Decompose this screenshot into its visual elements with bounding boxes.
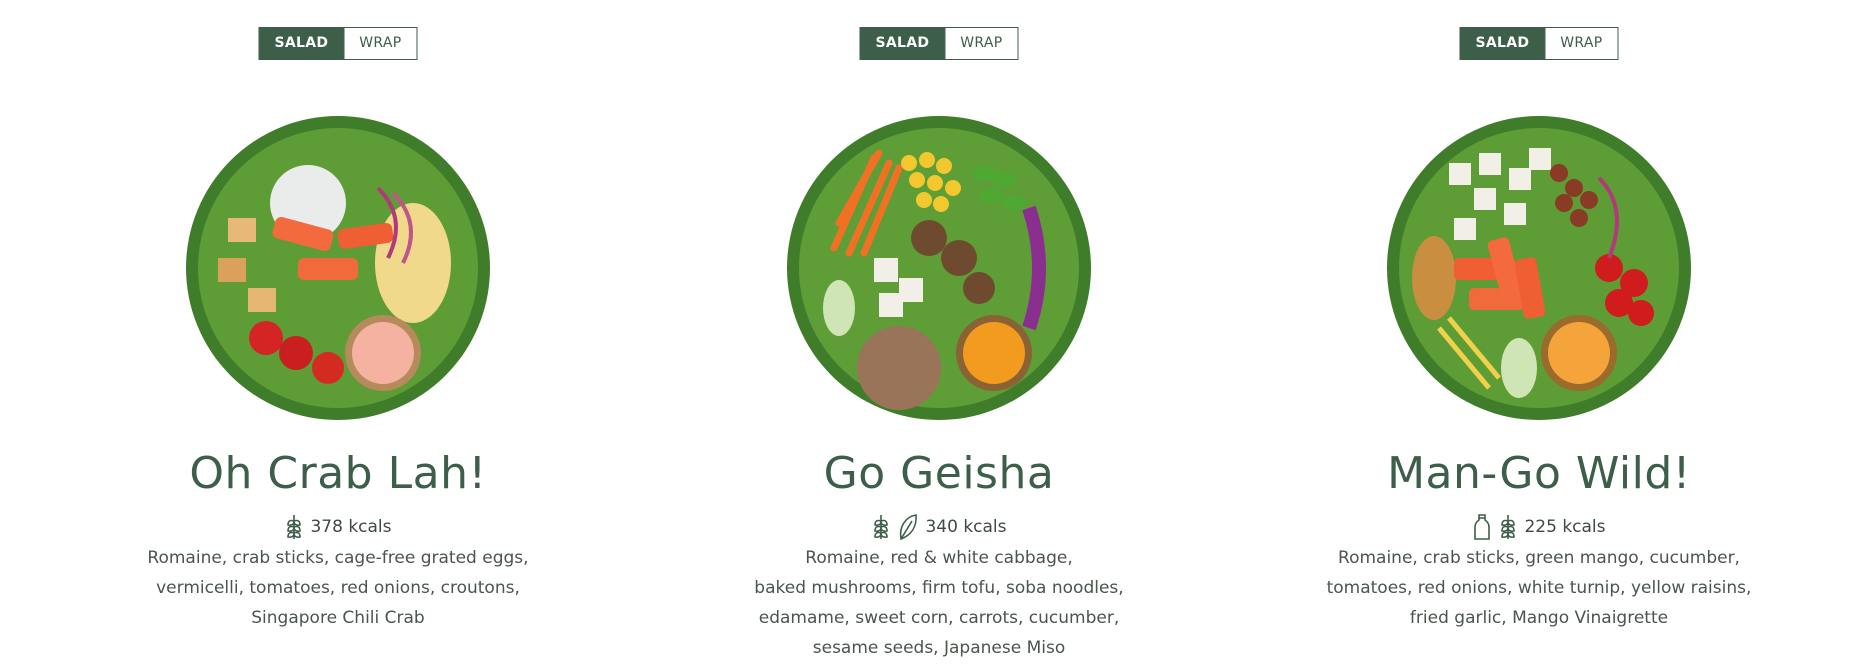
product-meta: 225 kcals	[1239, 513, 1839, 541]
product-grid: SALAD WRAP Oh Crab Lah! 378 kcals Romain…	[0, 0, 1872, 666]
salad-option[interactable]: SALAD	[1460, 28, 1545, 59]
product-description: Romaine, red & white cabbage, baked mush…	[689, 543, 1189, 663]
salad-option[interactable]: SALAD	[860, 28, 945, 59]
wrap-option[interactable]: WRAP	[944, 28, 1018, 59]
description-line: Singapore Chili Crab	[251, 608, 425, 628]
product-name: Oh Crab Lah!	[189, 448, 487, 499]
product-name: Go Geisha	[823, 448, 1055, 499]
salad-bowl-image[interactable]	[779, 108, 1099, 428]
salad-wrap-toggle: SALAD WRAP	[859, 27, 1019, 60]
salad-wrap-toggle: SALAD WRAP	[258, 27, 418, 60]
product-card: SALAD WRAP	[639, 0, 1239, 666]
kcals-label: 225 kcals	[1524, 517, 1606, 537]
description-line: fried garlic, Mango Vinaigrette	[1409, 608, 1669, 628]
milk-bottle-icon	[1472, 513, 1492, 541]
leaf-icon	[897, 513, 919, 541]
kcals-label: 340 kcals	[925, 517, 1007, 537]
product-meta: 340 kcals	[639, 513, 1239, 541]
salad-wrap-toggle: SALAD WRAP	[1459, 27, 1619, 60]
salad-option[interactable]: SALAD	[259, 28, 344, 59]
product-description: Romaine, crab sticks, green mango, cucum…	[1289, 543, 1789, 633]
kcals-label: 378 kcals	[310, 517, 392, 537]
description-line: Romaine, red & white cabbage,	[805, 548, 1073, 568]
wrap-option[interactable]: WRAP	[1544, 28, 1618, 59]
description-line: tomatoes, red onions, white turnip, yell…	[1326, 578, 1752, 598]
description-line: baked mushrooms, firm tofu, soba noodles…	[754, 578, 1124, 598]
product-card: SALAD WRAP	[38, 0, 638, 666]
salad-bowl-image[interactable]	[1379, 108, 1699, 428]
description-line: sesame seeds, Japanese Miso	[812, 638, 1066, 658]
grain-icon	[871, 513, 891, 541]
product-name: Man-Go Wild!	[1387, 448, 1691, 499]
salad-bowl-image[interactable]	[178, 108, 498, 428]
description-line: edamame, sweet corn, carrots, cucumber,	[758, 608, 1120, 628]
description-line: Romaine, crab sticks, cage-free grated e…	[147, 548, 529, 568]
description-line: Romaine, crab sticks, green mango, cucum…	[1338, 548, 1740, 568]
grain-icon	[284, 513, 304, 541]
description-line: vermicelli, tomatoes, red onions, crouto…	[156, 578, 520, 598]
grain-icon	[1498, 513, 1518, 541]
wrap-option[interactable]: WRAP	[343, 28, 417, 59]
product-meta: 378 kcals	[38, 513, 638, 541]
product-card: SALAD WRAP	[1239, 0, 1839, 666]
product-description: Romaine, crab sticks, cage-free grated e…	[88, 543, 588, 633]
